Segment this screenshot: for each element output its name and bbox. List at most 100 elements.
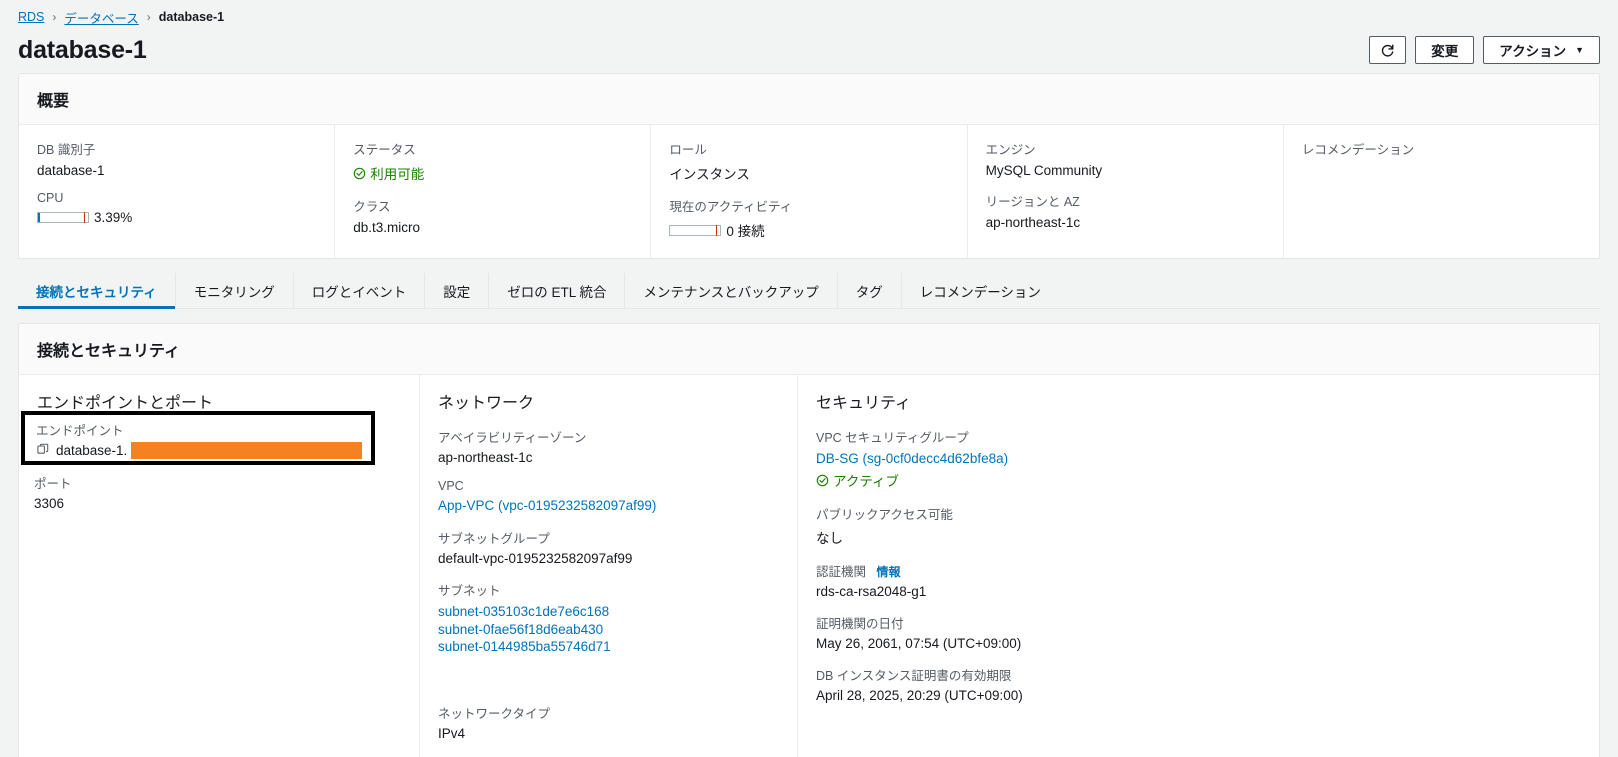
cpu-gauge: 3.39% — [37, 210, 316, 225]
info-link[interactable]: 情報 — [877, 565, 901, 579]
subnet-link[interactable]: subnet-035103c1de7e6c168 — [438, 603, 779, 620]
field-subnet-group: サブネットグループ default-vpc-0195232582097af99 — [438, 528, 779, 566]
subnet-link[interactable]: subnet-0144985ba55746d71 — [438, 638, 779, 655]
vpc-security-group-link[interactable]: DB-SG (sg-0cf0decc4d62bfe8a) — [816, 450, 1581, 467]
tab-connectivity-security[interactable]: 接続とセキュリティ — [18, 273, 176, 309]
field-label: DB インスタンス証明書の有効期限 — [816, 669, 1012, 684]
tab-recommendations[interactable]: レコメンデーション — [902, 273, 1059, 308]
refresh-button[interactable] — [1369, 36, 1407, 64]
gauge-track — [37, 212, 89, 223]
field-value: MySQL Community — [985, 163, 1103, 178]
copy-icon[interactable] — [36, 442, 50, 459]
page-title: database-1 — [18, 35, 147, 64]
overview-column-engine: エンジン MySQL Community リージョンと AZ ap-northe… — [966, 125, 1283, 258]
field-value: ap-northeast-1c — [985, 215, 1081, 230]
detail-tabs: 接続とセキュリティ モニタリング ログとイベント 設定 ゼロの ETL 統合 メ… — [18, 273, 1600, 309]
security-group-status-badge: アクティブ — [816, 470, 899, 490]
activity-gauge: 0 接続 — [669, 220, 948, 240]
field-label: レコメンデーション — [1301, 143, 1415, 157]
port-field: ポート 3306 — [34, 473, 72, 511]
vpc-link[interactable]: App-VPC (vpc-0195232582097af99) — [438, 497, 779, 514]
modify-button[interactable]: 変更 — [1415, 36, 1475, 64]
field-label: アベイラビリティーゾーン — [438, 431, 587, 445]
refresh-icon — [1380, 43, 1395, 58]
field-value: ap-northeast-1c — [438, 450, 533, 465]
tab-zero-etl-integrations[interactable]: ゼロの ETL 統合 — [489, 273, 626, 308]
tab-monitoring[interactable]: モニタリング — [176, 273, 294, 308]
field-ca-date: 証明機関の日付 May 26, 2061, 07:54 (UTC+09:00) — [816, 613, 1581, 651]
port-value: 3306 — [34, 496, 65, 511]
field-label: リージョンと AZ — [985, 195, 1080, 209]
gauge-threshold-mark — [716, 224, 718, 236]
connectivity-card-header: 接続とセキュリティ — [19, 324, 1599, 375]
field-current-activity: 現在のアクティビティ 0 接続 — [669, 196, 948, 240]
field-value: rds-ca-rsa2048-g1 — [816, 584, 927, 600]
overview-column-recommendations: レコメンデーション — [1282, 125, 1599, 258]
field-db-instance-certificate-expiry: DB インスタンス証明書の有効期限 April 28, 2025, 20:29 … — [816, 665, 1581, 703]
field-label: ロール — [669, 143, 707, 157]
gauge-fill — [38, 213, 40, 222]
field-class: クラス db.t3.micro — [353, 196, 632, 235]
gauge-track — [669, 224, 722, 236]
field-label: 証明機関の日付 — [816, 617, 904, 632]
overview-body: DB 識別子 database-1 CPU 3.39% ステータス 利用可能 ク… — [19, 125, 1599, 258]
field-label: 現在のアクティビティ — [669, 200, 793, 214]
field-label: サブネット — [438, 584, 501, 599]
field-status: ステータス 利用可能 — [353, 139, 632, 183]
endpoint-redaction-overlay — [131, 442, 362, 459]
field-value: May 26, 2061, 07:54 (UTC+09:00) — [816, 636, 1022, 652]
field-label: CPU — [37, 191, 64, 205]
field-role: ロール インスタンス — [669, 139, 948, 183]
endpoint-section: エンドポイントとポート エンドポイント database-1. ポート 3306 — [19, 375, 419, 757]
field-label: クラス — [353, 200, 391, 214]
status-label: 利用可能 — [370, 167, 425, 182]
tab-logs-events[interactable]: ログとイベント — [294, 273, 426, 308]
field-value: database-1 — [37, 163, 105, 178]
field-cpu: CPU 3.39% — [37, 191, 316, 225]
actions-button-label: アクション — [1499, 44, 1567, 59]
breadcrumb-item-rds[interactable]: RDS — [18, 10, 44, 24]
field-publicly-accessible: パブリックアクセス可能 なし — [816, 504, 1581, 547]
endpoint-value-row: database-1. — [36, 442, 362, 459]
field-label: VPC — [438, 479, 464, 493]
breadcrumb: RDS › データベース › database-1 — [0, 0, 1618, 27]
connectivity-card: 接続とセキュリティ エンドポイントとポート エンドポイント database-1… — [18, 323, 1600, 757]
field-value: April 28, 2025, 20:29 (UTC+09:00) — [816, 688, 1023, 704]
field-label: サブネットグループ — [438, 532, 550, 547]
breadcrumb-item-current: database-1 — [158, 10, 225, 24]
breadcrumb-item-databases[interactable]: データベース — [64, 8, 138, 27]
overview-column-role: ロール インスタンス 現在のアクティビティ 0 接続 — [650, 125, 966, 258]
check-circle-icon — [816, 474, 829, 487]
field-vpc: VPC App-VPC (vpc-0195232582097af99) — [438, 479, 779, 514]
security-section: セキュリティ VPC セキュリティグループ DB-SG (sg-0cf0decc… — [797, 375, 1599, 757]
field-value: インスタンス — [669, 167, 750, 182]
field-value: db.t3.micro — [353, 220, 420, 235]
field-engine: エンジン MySQL Community — [986, 139, 1265, 178]
field-availability-zone: アベイラビリティーゾーン ap-northeast-1c — [438, 427, 779, 465]
overview-card: 概要 DB 識別子 database-1 CPU 3.39% ステータス 利用可… — [18, 73, 1600, 259]
overview-title: 概要 — [37, 93, 70, 110]
field-value: IPv4 — [438, 726, 466, 742]
check-circle-icon — [353, 167, 366, 180]
field-label: エンジン — [985, 143, 1036, 157]
page-header: database-1 変更 アクション ▼ — [0, 27, 1618, 73]
endpoint-highlight-box: エンドポイント database-1. — [21, 411, 375, 465]
security-section-heading: セキュリティ — [816, 395, 912, 412]
subnet-link[interactable]: subnet-0fae56f18d6eab430 — [438, 621, 779, 638]
field-label: VPC セキュリティグループ — [816, 431, 969, 445]
field-label: ステータス — [353, 143, 416, 157]
ca-label-text: 認証機関 — [816, 565, 867, 580]
endpoint-section-heading: エンドポイントとポート — [37, 395, 214, 412]
field-certificate-authority: 認証機関 情報 rds-ca-rsa2048-g1 — [816, 561, 1581, 599]
overview-column-identifier: DB 識別子 database-1 CPU 3.39% — [19, 125, 334, 258]
gauge-threshold-mark — [84, 212, 85, 223]
endpoint-label: エンドポイント — [36, 424, 124, 438]
tab-maintenance-backups[interactable]: メンテナンスとバックアップ — [625, 273, 838, 308]
tab-tags[interactable]: タグ — [838, 273, 902, 308]
tab-configuration[interactable]: 設定 — [425, 273, 490, 308]
field-value: なし — [816, 531, 843, 547]
endpoint-value: database-1. — [56, 443, 128, 458]
network-section: ネットワーク アベイラビリティーゾーン ap-northeast-1c VPC … — [419, 375, 797, 757]
actions-button[interactable]: アクション ▼ — [1483, 36, 1600, 64]
network-section-heading: ネットワーク — [438, 395, 535, 412]
